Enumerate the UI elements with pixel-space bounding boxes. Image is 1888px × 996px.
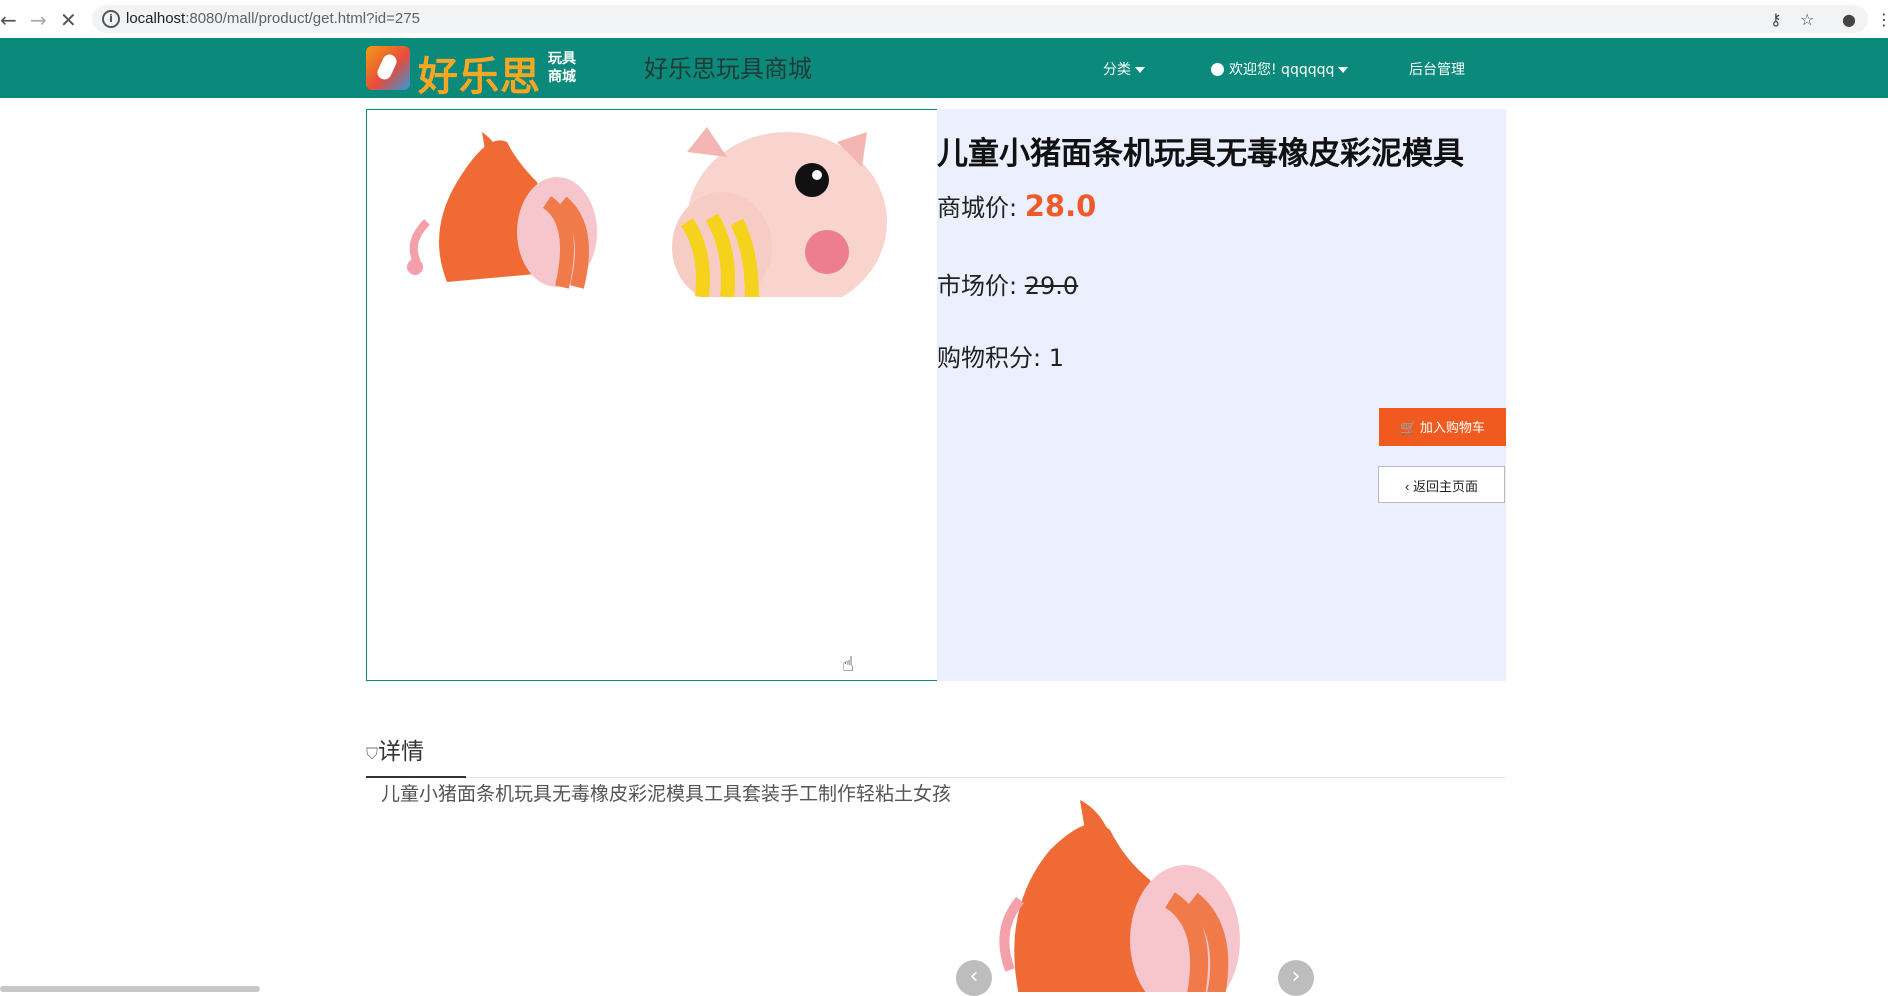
chevron-right-icon: ›	[1291, 964, 1301, 989]
market-price-label: 市场价:	[937, 272, 1018, 300]
site-info-icon[interactable]: i	[102, 10, 120, 28]
mall-price-row: 商城价: 28.0	[937, 188, 1096, 223]
back-to-home-label: 返回主页面	[1412, 479, 1478, 494]
chevron-down-icon	[1338, 67, 1349, 73]
logo-subtext: 玩具商城	[548, 51, 576, 85]
site-logo[interactable]: 好乐思 玩具商城	[366, 44, 586, 100]
bookmark-star-icon[interactable]: ☆	[1800, 10, 1814, 29]
address-bar[interactable]: i localhost:8080/mall/product/get.html?i…	[92, 5, 1868, 33]
product-image-noodle-machine[interactable]	[387, 122, 607, 297]
tab-details-label: 详情	[378, 739, 425, 765]
points-label: 购物积分:	[937, 344, 1042, 372]
carousel-next-button[interactable]: ›	[1278, 960, 1314, 996]
user-menu[interactable]: 欢迎您! qqqqqq	[1211, 59, 1349, 79]
admin-link[interactable]: 后台管理	[1409, 59, 1465, 79]
stop-loading-icon[interactable]: ✕	[60, 8, 77, 32]
logo-mark-icon	[366, 46, 410, 90]
profile-icon[interactable]: ●	[1842, 10, 1856, 29]
more-menu-icon[interactable]: ⋮	[1876, 10, 1888, 29]
points-value: 1	[1048, 344, 1065, 372]
market-price-value: 29.0	[1024, 272, 1079, 300]
horizontal-scrollbar[interactable]	[0, 986, 260, 992]
user-circle-icon	[1211, 63, 1224, 76]
site-header	[0, 38, 1888, 98]
tab-divider	[366, 777, 1506, 778]
tag-icon: ⛉	[366, 744, 379, 763]
category-menu-label: 分类	[1103, 62, 1131, 78]
chevron-left-icon: ‹	[1405, 479, 1410, 494]
user-menu-label: 欢迎您! qqqqqq	[1229, 62, 1335, 78]
detail-image-carousel[interactable]	[960, 790, 1340, 992]
product-description: 儿童小猪面条机玩具无毒橡皮彩泥模具工具套装手工制作轻粘土女孩	[381, 783, 952, 805]
cart-icon: 🛒	[1400, 420, 1417, 435]
key-icon[interactable]: ⚷	[1770, 10, 1782, 29]
logo-text: 好乐思	[418, 54, 541, 100]
back-to-home-button[interactable]: ‹ 返回主页面	[1378, 466, 1505, 503]
add-to-cart-label: 加入购物车	[1419, 420, 1485, 435]
site-title: 好乐思玩具商城	[644, 55, 812, 83]
mall-price-value: 28.0	[1024, 189, 1097, 223]
category-menu[interactable]: 分类	[1103, 59, 1145, 79]
mall-price-label: 商城价:	[937, 194, 1018, 222]
add-to-cart-button[interactable]: 🛒 加入购物车	[1379, 408, 1506, 446]
forward-icon[interactable]: →	[30, 8, 47, 32]
market-price-row: 市场价: 29.0	[937, 266, 1078, 301]
back-icon[interactable]: ←	[0, 8, 17, 32]
points-row: 购物积分: 1	[937, 338, 1064, 373]
browser-toolbar: ← → ✕ i localhost:8080/mall/product/get.…	[0, 0, 1888, 39]
product-image-box	[366, 109, 938, 681]
product-title: 儿童小猪面条机玩具无毒橡皮彩泥模具	[937, 136, 1464, 172]
chevron-left-icon: ‹	[969, 964, 979, 989]
tab-details[interactable]: ⛉详情	[366, 738, 466, 778]
hand-cursor-icon: ☝	[842, 652, 855, 676]
product-image-pig[interactable]	[667, 122, 887, 297]
carousel-prev-button[interactable]: ‹	[956, 960, 992, 996]
chevron-down-icon	[1135, 67, 1145, 73]
url-text: localhost:8080/mall/product/get.html?id=…	[126, 10, 420, 27]
